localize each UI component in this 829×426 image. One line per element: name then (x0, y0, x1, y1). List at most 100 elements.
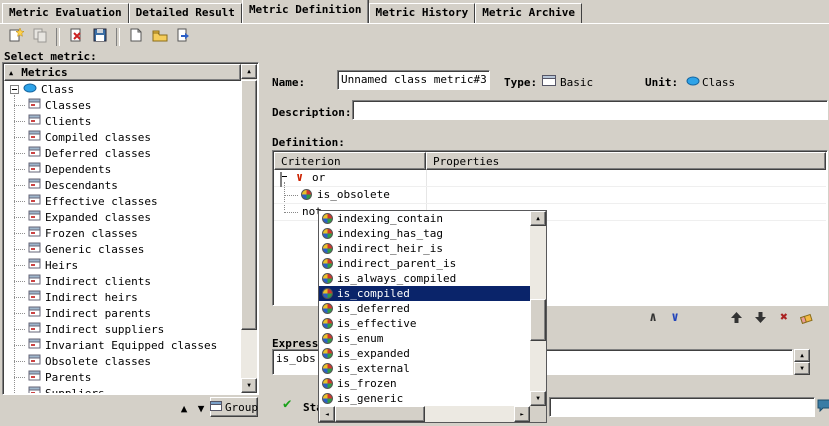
dropdown-item[interactable]: is_always_compiled (319, 271, 530, 286)
delete-metric-button[interactable] (64, 26, 88, 48)
scroll-up-icon[interactable]: ▲ (241, 64, 257, 79)
move-criterion-up-icon[interactable] (726, 308, 746, 326)
scroll-up-icon[interactable]: ▲ (794, 349, 810, 362)
dropdown-item-label: indexing_has_tag (337, 227, 443, 240)
tab[interactable]: Metric History (369, 3, 476, 23)
scroll-down-icon[interactable]: ▼ (241, 378, 257, 393)
dropdown-item-label: is_deferred (337, 302, 410, 315)
new-metric-button[interactable] (4, 26, 28, 48)
properties-column-header[interactable]: Properties (426, 152, 826, 170)
tree-item[interactable]: Indirect suppliers (4, 321, 241, 337)
criterion-row[interactable]: is_obsolete (274, 187, 826, 204)
basic-type-icon (542, 75, 556, 89)
dropdown-hscrollbar-thumb[interactable] (335, 406, 425, 422)
tree-item[interactable]: Obsolete classes (4, 353, 241, 369)
tree-scrollbar-thumb[interactable] (241, 80, 257, 330)
collapse-icon[interactable] (10, 85, 19, 94)
tab-label: Metric History (376, 6, 469, 19)
status-field[interactable] (549, 397, 815, 417)
tree-item[interactable]: Frozen classes (4, 225, 241, 241)
description-label: Description: (272, 106, 351, 119)
eraser-icon[interactable] (796, 308, 816, 326)
tree-item[interactable]: Parents (4, 369, 241, 385)
move-metric-down-icon[interactable]: ▼ (193, 399, 209, 417)
dropdown-item[interactable]: is_deferred (319, 301, 530, 316)
move-criterion-down-icon[interactable] (750, 308, 770, 326)
tree-item[interactable]: Expanded classes (4, 209, 241, 225)
collapse-icon[interactable] (280, 172, 282, 187)
dropdown-item[interactable]: is_frozen (319, 376, 530, 391)
tree-column-header[interactable]: ▲ Metrics (4, 64, 241, 81)
dropdown-item[interactable]: indirect_heir_is (319, 241, 530, 256)
tree-item[interactable]: Compiled classes (4, 129, 241, 145)
unit-value: Class (702, 76, 735, 89)
group-toggle-button[interactable]: Group (210, 397, 258, 417)
tab[interactable]: Metric Evaluation (2, 3, 129, 23)
scroll-left-icon[interactable]: ◄ (319, 406, 335, 422)
dropdown-item[interactable]: indexing_has_tag (319, 226, 530, 241)
copy-metric-button[interactable] (28, 26, 52, 48)
tree-item[interactable]: Heirs (4, 257, 241, 273)
dropdown-item[interactable]: is_effective (319, 316, 530, 331)
expression-scrollbar: ▲ ▼ (794, 349, 810, 375)
dropdown-item[interactable]: indirect_parent_is (319, 256, 530, 271)
dropdown-item[interactable]: is_enum (319, 331, 530, 346)
tab[interactable]: Detailed Result (129, 3, 242, 23)
tree-item-label: Expanded classes (45, 211, 151, 224)
dropdown-item[interactable]: is_expanded (319, 346, 530, 361)
tab[interactable]: Metric Definition (242, 0, 369, 23)
criterion-icon (301, 189, 312, 200)
dropdown-vertical-scrollbar: ▲ ▼ (530, 211, 546, 406)
description-input[interactable] (352, 100, 828, 120)
tree-root-item[interactable]: Class (4, 81, 241, 97)
and-criterion-icon[interactable]: ∧ (643, 308, 663, 326)
delete-criterion-icon[interactable]: ✖ (774, 308, 794, 326)
tab[interactable]: Metric Archive (475, 3, 582, 23)
criterion-icon (322, 363, 333, 374)
or-criterion-icon[interactable]: ∨ (665, 308, 685, 326)
dropdown-item[interactable]: is_compiled (319, 286, 530, 301)
criterion-row[interactable]: ∨ or (274, 170, 826, 187)
metric-icon (28, 162, 41, 176)
criterion-icon (322, 258, 333, 269)
dropdown-item[interactable]: is_external (319, 361, 530, 376)
metric-icon (28, 338, 41, 352)
toolbar (0, 23, 829, 49)
tree-item[interactable]: Classes (4, 97, 241, 113)
open-metric-icon (152, 27, 168, 46)
tree-item-label: Obsolete classes (45, 355, 151, 368)
dropdown-item[interactable]: is_generic (319, 391, 530, 406)
open-metric-button[interactable] (148, 26, 172, 48)
type-label: Type: (504, 76, 537, 89)
move-metric-up-icon[interactable]: ▲ (176, 399, 192, 417)
tab-label: Metric Archive (482, 6, 575, 19)
tree-item[interactable]: Indirect parents (4, 305, 241, 321)
tree-item[interactable]: Dependents (4, 161, 241, 177)
tree-item-label: Indirect parents (45, 307, 151, 320)
dropdown-scrollbar-thumb[interactable] (530, 299, 546, 341)
tree-item[interactable]: Effective classes (4, 193, 241, 209)
tree-item[interactable]: Descendants (4, 177, 241, 193)
tree-item[interactable]: Generic classes (4, 241, 241, 257)
criterion-icon (322, 288, 333, 299)
tree-item-label: Indirect suppliers (45, 323, 164, 336)
tree-item[interactable]: Invariant Equipped classes (4, 337, 241, 353)
tree-item[interactable]: Suppliers (4, 385, 241, 393)
save-metric-button[interactable] (88, 26, 112, 48)
class-unit-icon (686, 76, 700, 89)
tree-item[interactable]: Indirect heirs (4, 289, 241, 305)
export-metric-button[interactable] (172, 26, 196, 48)
tree-item[interactable]: Indirect clients (4, 273, 241, 289)
dropdown-item-label: is_generic (337, 392, 403, 405)
scroll-right-icon[interactable]: ► (514, 406, 530, 422)
tree-item[interactable]: Deferred classes (4, 145, 241, 161)
name-input[interactable]: Unnamed class metric#3 (337, 70, 490, 90)
scroll-up-icon[interactable]: ▲ (530, 211, 546, 226)
scroll-down-icon[interactable]: ▼ (530, 391, 546, 406)
scroll-down-icon[interactable]: ▼ (794, 362, 810, 375)
dropdown-item[interactable]: indexing_contain (319, 211, 530, 226)
criterion-column-header[interactable]: Criterion (274, 152, 426, 170)
comment-icon[interactable] (817, 399, 829, 415)
tree-item[interactable]: Clients (4, 113, 241, 129)
import-metric-button[interactable] (124, 26, 148, 48)
